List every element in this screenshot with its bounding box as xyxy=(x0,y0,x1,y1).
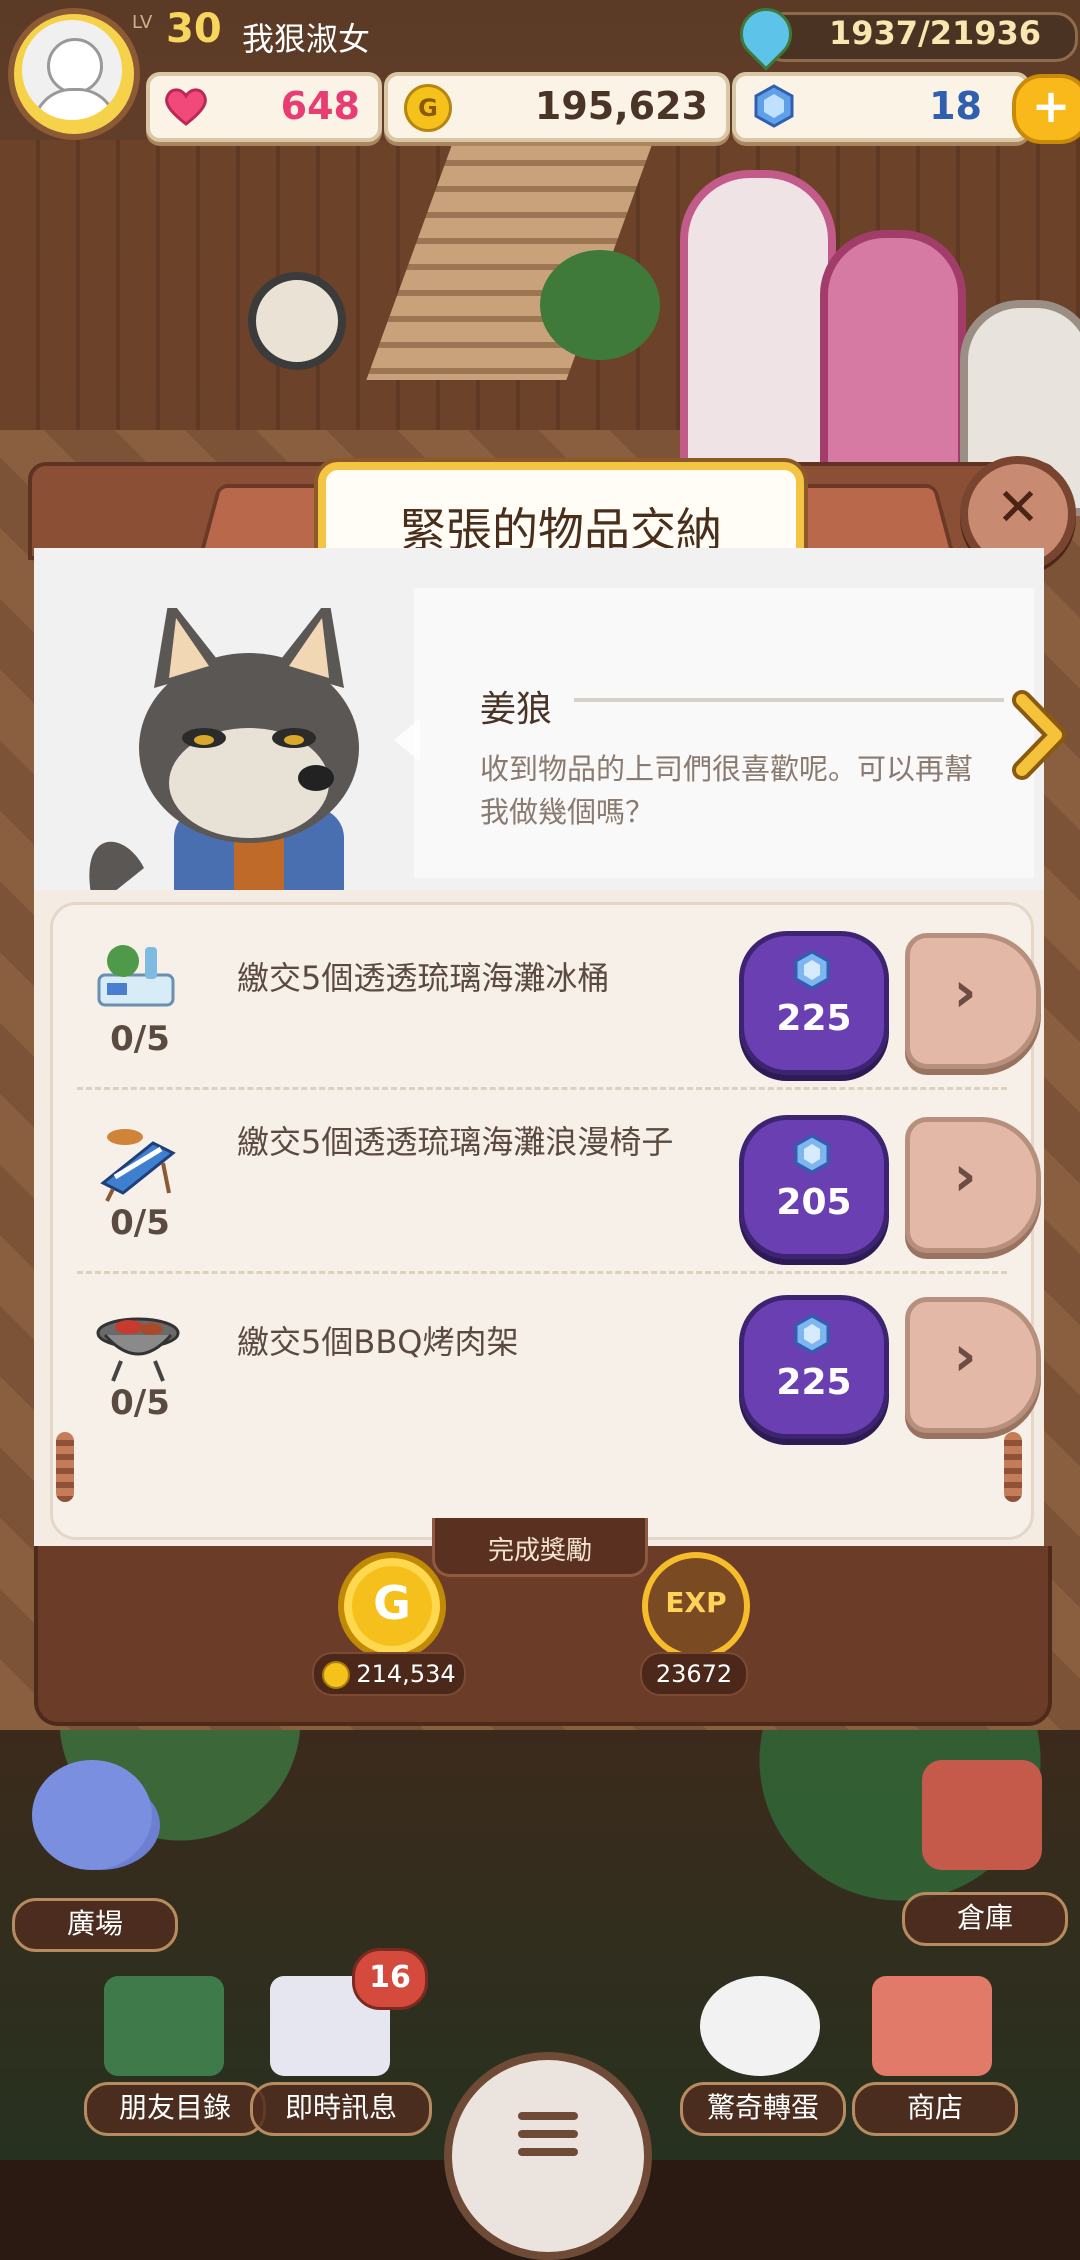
task-progress: 0/5 xyxy=(110,1203,170,1243)
task-list: 0/5 繳交5個透透琉璃海灘冰桶 225 › 0/5 繳交5個透透琉璃海灘浪漫椅… xyxy=(50,902,1041,1540)
task-progress: 0/5 xyxy=(110,1019,170,1059)
task-description: 繳交5個透透琉璃海灘浪漫椅子 xyxy=(237,1123,674,1161)
close-icon: ✕ xyxy=(996,478,1040,538)
gacha-label: 驚奇轉蛋 xyxy=(680,2082,846,2136)
delivery-quest-dialog: 緊張的物品交納 ✕ 姜狼 收到物品的上司們很喜歡呢。可以再幫我做幾個嗎？ 0/5… xyxy=(28,456,1076,1726)
pink-door-decor xyxy=(680,170,836,486)
reward-title-tab: 完成獎勵 xyxy=(432,1518,648,1577)
task-progress: 0/5 xyxy=(110,1383,170,1423)
gem-skip-button[interactable]: 225 xyxy=(739,931,889,1075)
ice-bucket-icon xyxy=(97,945,175,1007)
plaza-label: 廣場 xyxy=(12,1898,178,1952)
coins-value: 195,623 xyxy=(534,84,708,128)
gem-cost: 205 xyxy=(776,1182,852,1223)
task-row: 0/5 繳交5個BBQ烤肉架 225 › xyxy=(53,1269,1041,1451)
go-to-task-button[interactable]: › xyxy=(905,1117,1041,1253)
menu-icon xyxy=(518,2112,578,2156)
pink-door-decor xyxy=(820,230,966,496)
blue-gem-icon xyxy=(794,1314,830,1354)
coin-reward-amount: 214,534 xyxy=(312,1652,466,1696)
avatar-face-icon xyxy=(22,20,122,120)
warehouse-icon xyxy=(922,1760,1042,1870)
wolf-npc-portrait xyxy=(89,608,359,890)
chevron-right-icon: › xyxy=(953,1324,977,1389)
speech-panel xyxy=(414,588,1034,878)
player-name: 我狠淑女 xyxy=(242,20,371,58)
heart-icon xyxy=(165,88,207,126)
blue-gem-icon xyxy=(794,1134,830,1174)
gem-cost: 225 xyxy=(776,1362,852,1403)
flower-tree-icon xyxy=(32,1760,152,1870)
gacha-machine-icon xyxy=(700,1976,820,2076)
rope-decor xyxy=(56,1432,74,1502)
speech-pointer xyxy=(394,718,420,762)
exp-reward-icon: EXP xyxy=(642,1552,750,1660)
go-to-task-button[interactable]: › xyxy=(905,1297,1041,1433)
blue-gem-icon xyxy=(754,84,794,128)
potted-plant-decor xyxy=(540,250,660,360)
coins-counter[interactable]: G 195,623 xyxy=(384,72,730,142)
chevron-right-icon: › xyxy=(953,1144,977,1209)
gold-coin-icon: G xyxy=(404,84,452,132)
wall-clock-decor xyxy=(248,272,346,370)
gem-skip-button[interactable]: 225 xyxy=(739,1295,889,1439)
go-to-task-button[interactable]: › xyxy=(905,933,1041,1069)
npc-message: 收到物品的上司們很喜歡呢。可以再幫我做幾個嗎？ xyxy=(480,752,974,829)
task-row: 0/5 繳交5個透透琉璃海灘浪漫椅子 205 › xyxy=(53,1089,1041,1271)
chevron-right-icon: › xyxy=(953,960,977,1025)
friends-label: 朋友目錄 xyxy=(84,2082,266,2136)
bbq-grill-icon xyxy=(96,1317,180,1382)
warehouse-label: 倉庫 xyxy=(902,1892,1068,1946)
chevron-right-icon[interactable] xyxy=(1008,690,1068,780)
task-row: 0/5 繳交5個透透琉璃海灘冰桶 225 › xyxy=(53,905,1041,1087)
hearts-counter[interactable]: 648 xyxy=(146,72,382,142)
shop-label: 商店 xyxy=(852,2082,1018,2136)
gold-coin-icon xyxy=(322,1661,351,1689)
level-label: LV xyxy=(132,12,153,33)
player-avatar[interactable] xyxy=(0,0,140,140)
gold-coin-reward-icon: G xyxy=(338,1552,446,1660)
blue-gem-icon xyxy=(794,950,830,990)
main-menu-button[interactable] xyxy=(444,2052,652,2260)
shop-icon xyxy=(872,1976,992,2076)
task-description: 繳交5個透透琉璃海灘冰桶 xyxy=(237,959,610,997)
gem-cost: 225 xyxy=(776,998,852,1039)
exp-reward-amount: 23672 xyxy=(640,1652,748,1696)
rope-decor xyxy=(1004,1432,1022,1502)
player-level: 30 xyxy=(166,6,222,52)
reward-title: 完成獎勵 xyxy=(487,1536,592,1566)
friends-book-icon xyxy=(104,1976,224,2076)
hearts-value: 648 xyxy=(280,84,360,128)
npc-intro-panel: 姜狼 收到物品的上司們很喜歡呢。可以再幫我做幾個嗎？ xyxy=(34,548,1044,890)
gems-value: 18 xyxy=(929,84,982,128)
decorative-divider xyxy=(574,698,1004,702)
messages-label: 即時訊息 xyxy=(250,2082,432,2136)
messages-badge: 16 xyxy=(352,1948,428,2010)
gem-skip-button[interactable]: 205 xyxy=(739,1115,889,1259)
buy-gems-button[interactable]: + xyxy=(1012,74,1080,144)
npc-name: 姜狼 xyxy=(480,689,553,730)
exp-value: 1937/21936 xyxy=(828,14,1042,52)
gems-counter[interactable]: 18 xyxy=(732,72,1030,142)
beach-chair-icon xyxy=(100,1129,176,1202)
task-description: 繳交5個BBQ烤肉架 xyxy=(237,1323,519,1361)
